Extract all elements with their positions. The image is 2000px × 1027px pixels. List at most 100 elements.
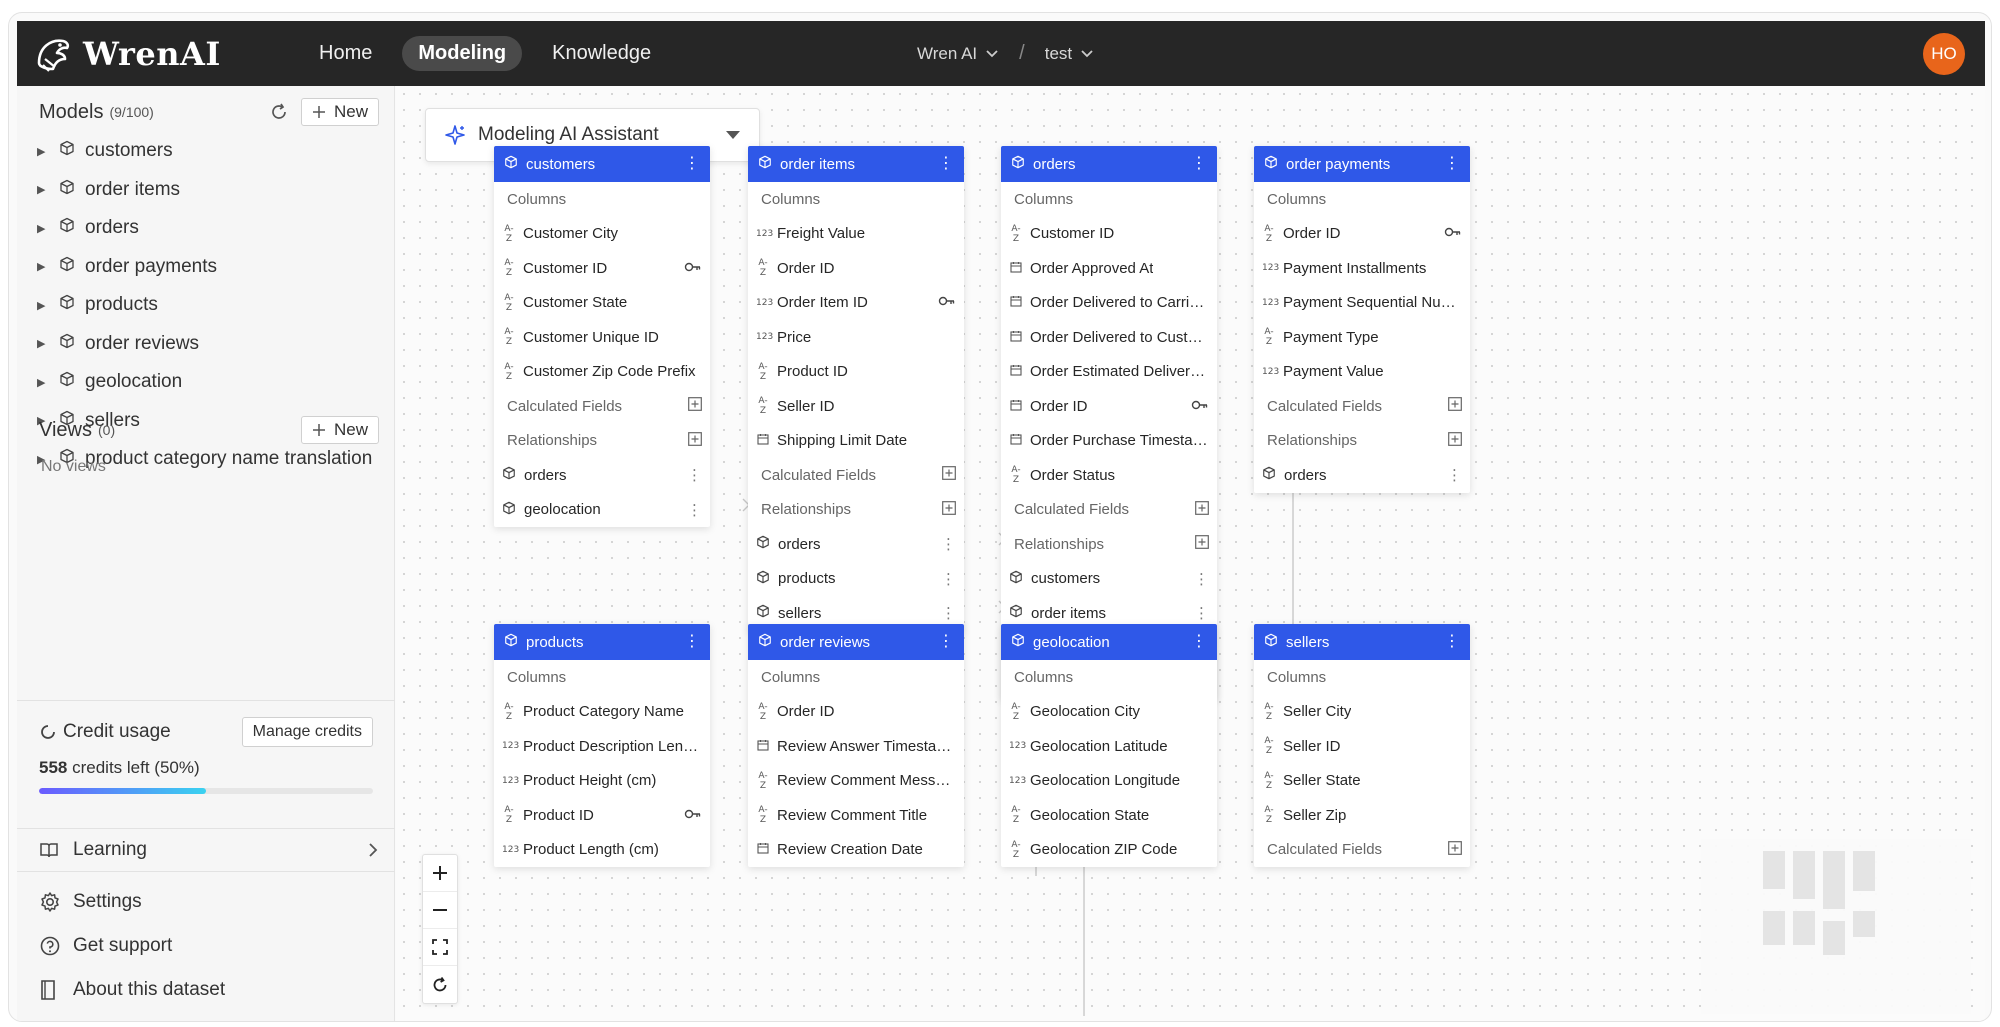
column-row[interactable]: A-Z Order Status [1001, 458, 1217, 493]
add-calculated-field-button[interactable] [1448, 397, 1462, 415]
more-vertical-icon[interactable]: ⋮ [687, 466, 702, 484]
model-node-header[interactable]: order reviews ⋮ [748, 624, 964, 660]
relationship-row[interactable]: geolocation ⋮ [494, 493, 710, 528]
more-vertical-icon[interactable]: ⋮ [684, 634, 700, 650]
column-row[interactable]: A-Z Review Comment Message [748, 764, 964, 799]
reset-view-button[interactable] [423, 966, 457, 1003]
model-node-header[interactable]: geolocation ⋮ [1001, 624, 1217, 660]
nav-knowledge[interactable]: Knowledge [536, 36, 667, 71]
relationship-row[interactable]: customers ⋮ [1001, 562, 1217, 597]
column-row[interactable]: A-Z Seller City [1254, 695, 1470, 730]
caret-right-icon[interactable]: ▶ [37, 222, 55, 235]
add-relationship-button[interactable] [1195, 535, 1209, 553]
more-vertical-icon[interactable]: ⋮ [1444, 634, 1460, 650]
more-vertical-icon[interactable]: ⋮ [1191, 156, 1207, 172]
column-row[interactable]: Order Purchase Timestamp [1001, 424, 1217, 459]
caret-right-icon[interactable]: ▶ [37, 376, 55, 389]
manage-credits-button[interactable]: Manage credits [241, 717, 373, 747]
column-row[interactable]: A-Z Product ID [748, 355, 964, 390]
column-row[interactable]: 123 Product Length (cm) [494, 833, 710, 868]
more-vertical-icon[interactable]: ⋮ [941, 535, 956, 553]
add-calculated-field-button[interactable] [1448, 840, 1462, 859]
column-row[interactable]: Order Delivered to Carrier Date [1001, 286, 1217, 321]
model-node-header[interactable]: order payments ⋮ [1254, 146, 1470, 182]
more-vertical-icon[interactable]: ⋮ [684, 156, 700, 172]
column-row[interactable]: A-Z Customer State [494, 286, 710, 321]
model-node[interactable]: order reviews ⋮ Columns A-Z Order ID Review A… [748, 624, 964, 867]
column-row[interactable]: A-Z Payment Type [1254, 320, 1470, 355]
column-row[interactable]: A-Z Seller ID [1254, 729, 1470, 764]
column-row[interactable]: A-Z Seller State [1254, 764, 1470, 799]
more-vertical-icon[interactable]: ⋮ [1444, 156, 1460, 172]
settings-item[interactable]: Settings [39, 882, 379, 922]
add-relationship-button[interactable] [942, 500, 956, 519]
modeling-canvas[interactable]: Modeling AI Assistant customers ⋮ Columns A… [396, 86, 1985, 1021]
more-vertical-icon[interactable]: ⋮ [1191, 634, 1207, 650]
refresh-icon[interactable] [269, 102, 289, 122]
column-row[interactable]: 123 Product Height (cm) [494, 764, 710, 799]
sidebar-model-item[interactable]: ▶ geolocation [37, 363, 387, 402]
column-row[interactable]: 123 Payment Sequential Number [1254, 286, 1470, 321]
column-row[interactable]: A-Z Customer ID [1001, 217, 1217, 252]
column-row[interactable]: 123 Product Description Length [494, 729, 710, 764]
column-row[interactable]: A-Z Geolocation City [1001, 695, 1217, 730]
brand-logo[interactable]: WrenAI [33, 33, 263, 75]
column-row[interactable]: A-Z Customer Zip Code Prefix [494, 355, 710, 390]
caret-right-icon[interactable]: ▶ [37, 337, 55, 350]
column-row[interactable]: Order Approved At [1001, 251, 1217, 286]
model-node[interactable]: customers ⋮ Columns A-Z Customer City A-Z Cust… [494, 146, 710, 527]
column-row[interactable]: 123 Price [748, 320, 964, 355]
add-calculated-field-button[interactable] [688, 397, 702, 415]
sidebar-model-item[interactable]: ▶ order reviews [37, 325, 387, 364]
caret-right-icon[interactable]: ▶ [37, 299, 55, 312]
more-vertical-icon[interactable]: ⋮ [941, 604, 956, 622]
get-support-item[interactable]: Get support [39, 926, 379, 966]
relationship-row[interactable]: products ⋮ [748, 562, 964, 597]
more-vertical-icon[interactable]: ⋮ [938, 156, 954, 172]
nav-modeling[interactable]: Modeling [402, 36, 523, 71]
model-node[interactable]: sellers ⋮ Columns A-Z Seller City A-Z Seller I… [1254, 624, 1470, 867]
model-node[interactable]: order items ⋮ Columns 123 Freight Value A-Z Or… [748, 146, 964, 631]
column-row[interactable]: Shipping Limit Date [748, 424, 964, 459]
column-row[interactable]: 123 Payment Installments [1254, 251, 1470, 286]
nav-home[interactable]: Home [303, 36, 388, 71]
new-model-button[interactable]: New [300, 98, 379, 126]
caret-right-icon[interactable]: ▶ [37, 260, 55, 273]
model-node[interactable]: geolocation ⋮ Columns A-Z Geolocation City 12… [1001, 624, 1217, 867]
about-dataset-item[interactable]: About this dataset [39, 970, 379, 1010]
column-row[interactable]: A-Z Geolocation ZIP Code [1001, 833, 1217, 868]
column-row[interactable]: Order ID [1001, 389, 1217, 424]
add-calculated-field-button[interactable] [1195, 500, 1209, 519]
column-row[interactable]: Order Delivered to Customer Date [1001, 320, 1217, 355]
relationship-row[interactable]: orders ⋮ [1254, 458, 1470, 493]
fit-view-button[interactable] [423, 929, 457, 966]
model-node[interactable]: orders ⋮ Columns A-Z Customer ID Order Approv… [1001, 146, 1217, 700]
model-node-header[interactable]: order items ⋮ [748, 146, 964, 182]
user-avatar[interactable]: HO [1923, 32, 1965, 75]
learning-item[interactable]: Learning [39, 829, 379, 871]
caret-right-icon[interactable]: ▶ [37, 145, 55, 158]
more-vertical-icon[interactable]: ⋮ [687, 501, 702, 519]
new-view-button[interactable]: New [300, 416, 379, 444]
column-row[interactable]: A-Z Customer ID [494, 251, 710, 286]
model-node-header[interactable]: orders ⋮ [1001, 146, 1217, 182]
sidebar-model-item[interactable]: ▶ orders [37, 209, 387, 248]
column-row[interactable]: Review Creation Date [748, 833, 964, 868]
model-node-header[interactable]: products ⋮ [494, 624, 710, 660]
column-row[interactable]: 123 Freight Value [748, 217, 964, 252]
add-relationship-button[interactable] [688, 431, 702, 450]
column-row[interactable]: A-Z Order ID [1254, 217, 1470, 252]
column-row[interactable]: Order Estimated Delivery Date [1001, 355, 1217, 390]
column-row[interactable]: A-Z Product ID [494, 798, 710, 833]
sidebar-model-item[interactable]: ▶ customers [37, 132, 387, 171]
zoom-in-button[interactable] [423, 855, 457, 892]
more-vertical-icon[interactable]: ⋮ [1447, 466, 1462, 484]
column-row[interactable]: 123 Payment Value [1254, 355, 1470, 390]
zoom-out-button[interactable] [423, 892, 457, 929]
column-row[interactable]: 123 Order Item ID [748, 286, 964, 321]
more-vertical-icon[interactable]: ⋮ [941, 570, 956, 588]
model-node[interactable]: products ⋮ Columns A-Z Product Category Name… [494, 624, 710, 867]
column-row[interactable]: A-Z Geolocation State [1001, 798, 1217, 833]
column-row[interactable]: A-Z Order ID [748, 695, 964, 730]
column-row[interactable]: A-Z Review Comment Title [748, 798, 964, 833]
